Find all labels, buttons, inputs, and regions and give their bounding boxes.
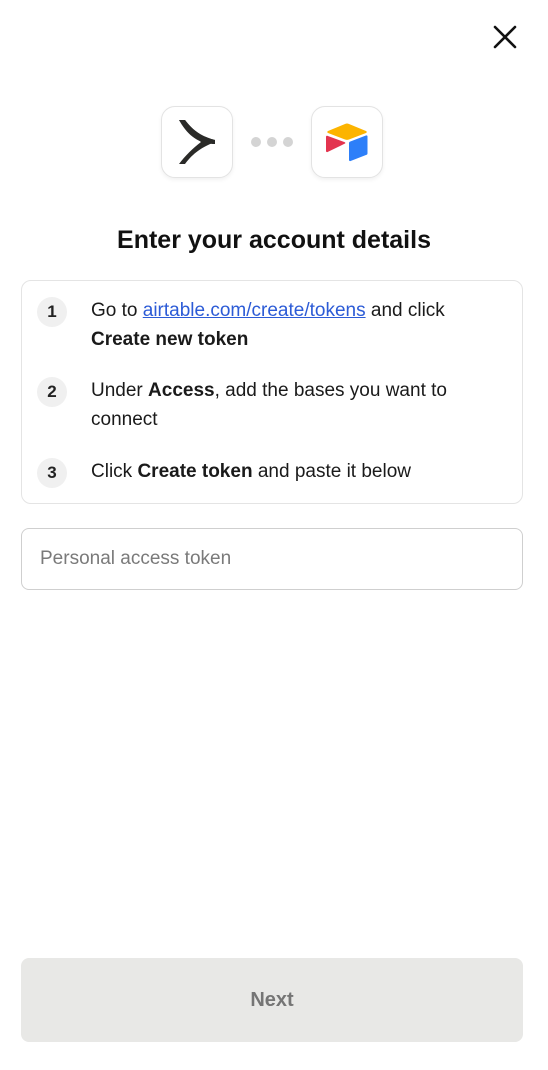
close-icon[interactable] — [492, 24, 518, 50]
instructions-card: 1 Go to airtable.com/create/tokens and c… — [21, 280, 523, 504]
step-text: Under Access, add the bases you want to … — [91, 376, 507, 434]
connect-account-screen: Enter your account details 1 Go to airta… — [0, 0, 548, 1070]
step-number: 3 — [37, 458, 67, 488]
connector-dot — [251, 137, 261, 147]
close-button[interactable] — [488, 20, 522, 54]
instruction-step: 1 Go to airtable.com/create/tokens and c… — [37, 297, 507, 354]
connector-dot — [267, 137, 277, 147]
step-number: 2 — [37, 377, 67, 407]
chevron-logo-icon — [179, 120, 215, 164]
step-text: Go to airtable.com/create/tokens and cli… — [91, 296, 445, 354]
source-app-logo — [161, 106, 233, 178]
step-text-segment: and click — [365, 300, 445, 321]
step-text-segment: Click — [91, 461, 138, 482]
step-bold-text: Access — [148, 380, 215, 401]
step-text-segment: Under — [91, 380, 149, 401]
airtable-logo-icon — [326, 123, 368, 162]
instruction-step: 3 Click Create token and paste it below — [37, 458, 507, 488]
airtable-logo — [311, 106, 383, 178]
instruction-step: 2 Under Access, add the bases you want t… — [37, 377, 507, 434]
next-button[interactable]: Next — [21, 958, 523, 1042]
step-bold-text: Create token — [137, 461, 253, 482]
airtable-tokens-link[interactable]: airtable.com/create/tokens — [143, 300, 366, 321]
step-text-segment: Go to — [91, 300, 143, 321]
step-text: Click Create token and paste it below — [91, 457, 411, 486]
page-title: Enter your account details — [117, 226, 431, 254]
step-number: 1 — [37, 297, 67, 327]
connector-dot — [283, 137, 293, 147]
personal-access-token-input[interactable] — [21, 528, 523, 590]
app-connection-logos — [0, 106, 548, 178]
step-text-segment: and paste it below — [252, 461, 412, 482]
connector-dots — [251, 137, 293, 147]
step-bold-text: Create new token — [91, 329, 249, 350]
